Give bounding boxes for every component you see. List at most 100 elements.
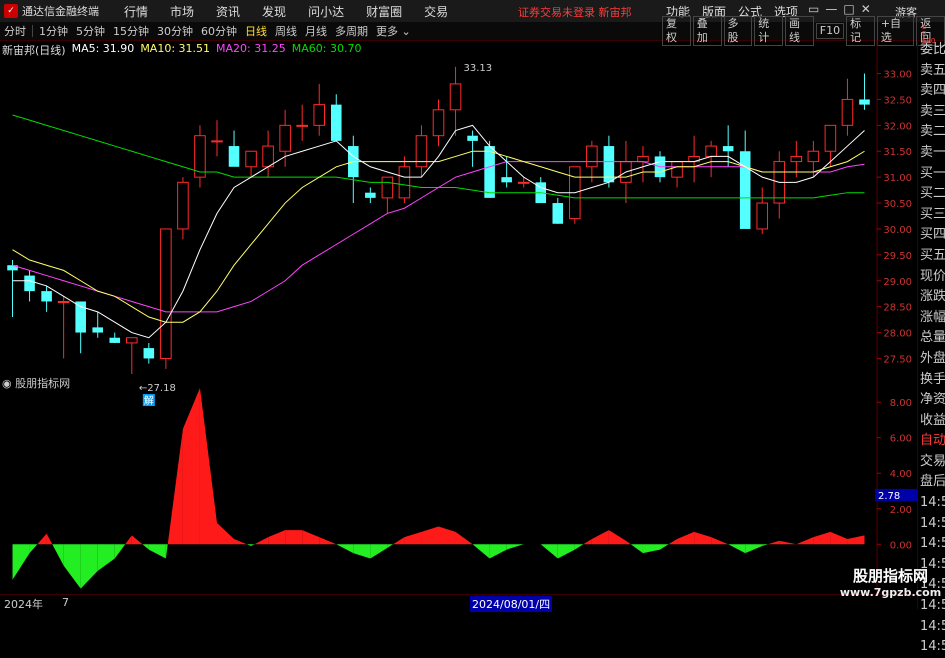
indicator-area-negative [506,544,524,550]
menu-item-market[interactable]: 市场 [159,3,205,20]
quote-sidebar: 委比 卖五 卖四 卖三 卖二 卖一 买一 买二 买三 买四 买五 现价 涨跌 涨幅 总量 外盘 换手 净资 收益 自动… [917,40,945,654]
sidebar-item-2[interactable]: 卖四 [918,81,945,102]
indicator-area-positive [125,535,132,545]
tab-intraday[interactable]: 分时 [0,23,30,39]
close-icon[interactable]: ✕ [861,2,871,16]
sidebar-item-16[interactable]: 换手 [918,370,945,391]
sidebar-item-18[interactable]: 收益 [918,411,945,432]
sidebar-item-22[interactable]: 14:56 [918,493,945,514]
candle-body-up [398,166,411,199]
skin-icon[interactable]: ▭ [808,2,819,16]
cursor-date: 2024/08/01/四 [470,596,553,612]
sidebar-item-19[interactable]: 自动 [918,431,945,452]
sidebar-item-23[interactable]: 14:56 [918,514,945,535]
candle-body-up [381,176,394,199]
watermark-url: www.7gpzb.com [839,586,942,599]
sidebar-item-11[interactable]: 现价 [918,267,945,288]
sidebar-item-6[interactable]: 买一 [918,164,945,185]
candle-body-down [722,146,734,152]
candle-body-up [841,98,854,126]
tab-daily[interactable]: 日线 [241,23,271,39]
menu-item-wealth[interactable]: 财富圈 [355,3,413,20]
tab-multi-period[interactable]: 多周期 [331,23,372,39]
indicator-area-negative [251,544,255,547]
menu-item-discover[interactable]: 发现 [251,3,297,20]
tab-30min[interactable]: 30分钟 [153,23,197,39]
menu-item-ask[interactable]: 问小达 [297,3,355,20]
candle-body-down [143,348,155,359]
sidebar-item-24[interactable]: 14:56 [918,534,945,555]
tab-more[interactable]: 更多 ⌄ [372,23,415,39]
sidebar-item-8[interactable]: 买三 [918,205,945,226]
sidebar-item-12[interactable]: 涨跌 [918,287,945,308]
sidebar-item-20[interactable]: 交易 [918,452,945,473]
candle-body-down [228,146,240,167]
sidebar-item-4[interactable]: 卖二 [918,122,945,143]
indicator-area-negative [336,544,354,554]
sidebar-item-17[interactable]: 净资 [918,390,945,411]
indicator-area-negative [630,544,643,554]
minimize-icon[interactable]: — [825,2,837,16]
sidebar-item-21[interactable]: 盘后 [918,472,945,493]
sidebar-item-27[interactable]: 14:56 [918,596,945,617]
indicator-area-positive [393,537,405,545]
indicator-area-positive [767,540,780,545]
tab-15min[interactable]: 15分钟 [109,23,153,39]
ma60-label: MA60: 30.70 [291,42,362,55]
tab-weekly[interactable]: 周线 [271,23,301,39]
menu-item-trade[interactable]: 交易 [413,3,459,20]
menu-item-news[interactable]: 资讯 [205,3,251,20]
candle-body-up [245,150,257,168]
kline-chart[interactable]: 33.00 32.50 32.00 31.50 31.00 30.50 30.00 29.50… [0,40,917,609]
stock-name: 新宙邦(日线) [2,44,66,57]
sidebar-item-14[interactable]: 总量 [918,328,945,349]
sidebar-item-1[interactable]: 卖五 [918,61,945,82]
menu-item-quotes[interactable]: 行情 [113,3,159,20]
sidebar-item-10[interactable]: 买五 [918,246,945,267]
tab-5min[interactable]: 5分钟 [72,23,109,39]
tab-60min[interactable]: 60分钟 [197,23,241,39]
price-tick-label: 27.50 [883,354,912,365]
sidebar-item-15[interactable]: 外盘 [918,349,945,370]
price-tick-label: 32.50 [883,95,912,106]
ma20-label: MA20: 31.25 [216,42,286,55]
date-axis: 2024年 7 2024/08/01/四 [0,594,917,612]
maximize-icon[interactable]: □ [843,2,854,16]
candle-body-down [92,327,103,333]
sidebar-item-7[interactable]: 买二 [918,184,945,205]
unlock-badge-text: 解 [144,394,154,407]
button-f10[interactable]: F10 [815,23,845,39]
watermark-title: 股朋指标网 [852,567,928,585]
indicator-area-positive [182,388,200,545]
window-controls: ▭ — □ ✕ [808,2,871,16]
sidebar-item-5[interactable]: 卖一 [918,143,945,164]
sidebar-item-28[interactable]: 14:56 [918,617,945,638]
sidebar-item-9[interactable]: 买四 [918,225,945,246]
price-tick-label: 32.00 [883,121,912,132]
indicator-area-positive [46,533,53,545]
candle-body-up [807,150,820,163]
price-tick-label: 31.50 [883,147,912,158]
indicator-area-negative [489,544,507,559]
indicator-area-positive [131,535,143,545]
indicator-area-positive [625,540,631,545]
indicator-area-negative [557,544,575,559]
indicator-toggle-icon[interactable]: ◉ [2,377,12,390]
sidebar-item-29[interactable]: 14:56 [918,637,945,658]
candle-body-down [467,135,478,141]
login-warning[interactable]: 证券交易未登录 新宙邦 [518,4,632,20]
candle-body-up [586,145,598,168]
tab-monthly[interactable]: 月线 [301,23,331,39]
candle-body-down [330,104,342,141]
sidebar-item-13[interactable]: 涨幅 [918,308,945,329]
candle-body-down [24,275,35,292]
sidebar-item-3[interactable]: 卖三 [918,102,945,123]
ind-tick-label: 0.00 [890,540,912,551]
tab-1min[interactable]: 1分钟 [35,23,72,39]
indicator-area-negative [148,544,166,559]
price-tick-label: 33.00 [883,70,912,81]
candle-body-down [484,146,495,198]
indicator-area-positive [302,530,320,545]
candle-body-up [637,155,649,163]
ind-tick-label: 4.00 [890,469,912,480]
